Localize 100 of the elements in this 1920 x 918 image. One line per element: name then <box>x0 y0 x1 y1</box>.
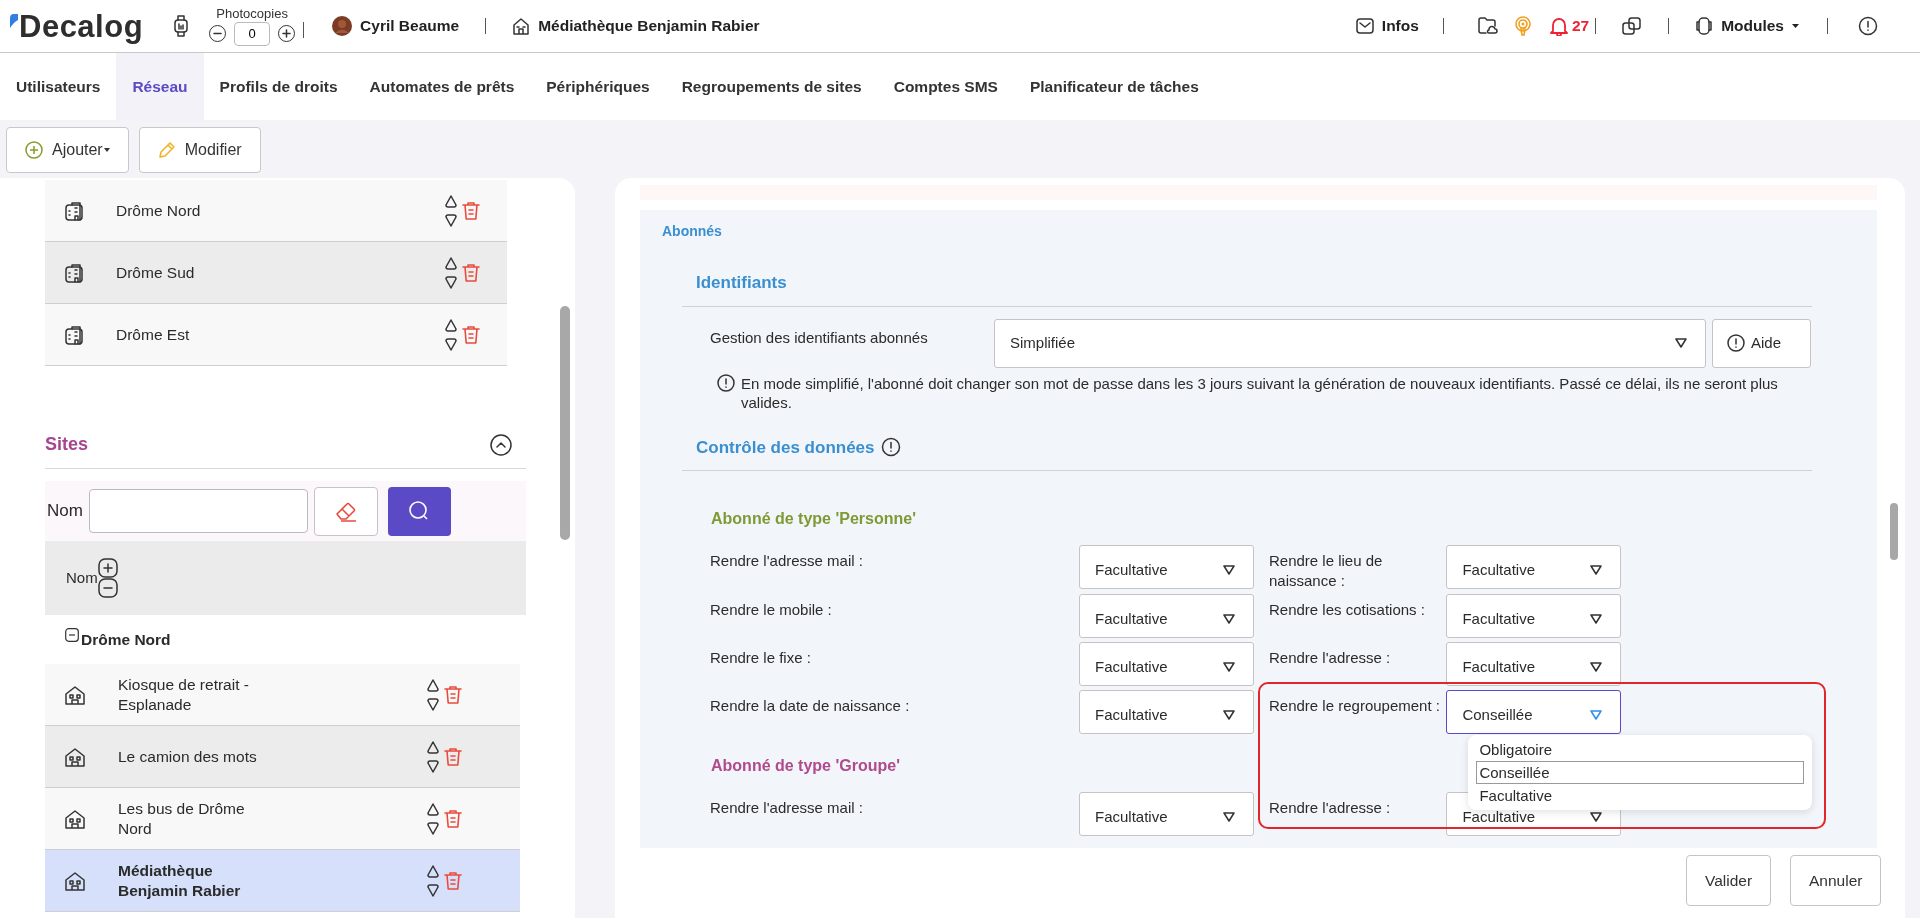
select-field[interactable]: Facultative <box>1446 642 1621 686</box>
info-icon <box>1727 334 1745 352</box>
reorder-icon[interactable] <box>444 193 458 228</box>
caret-icon <box>1792 24 1799 28</box>
field-label: Rendre le lieu de naissance : <box>1268 551 1384 590</box>
select-field[interactable]: Facultative <box>1079 545 1254 589</box>
site-name[interactable]: Médiathèque Benjamin Rabier <box>538 14 760 38</box>
caret-icon <box>1675 338 1687 348</box>
search-button[interactable] <box>387 486 451 536</box>
edit-button[interactable]: Modifier <box>138 127 261 173</box>
caret-icon <box>1590 614 1602 624</box>
decrement-button[interactable] <box>209 25 227 42</box>
site-name: Kiosque de retrait - Esplanade <box>117 675 250 714</box>
site-name: Le camion des mots <box>117 746 258 767</box>
house-icon <box>65 808 85 829</box>
mail-icon <box>1355 18 1374 34</box>
reorder-icon[interactable] <box>426 677 440 712</box>
info-icon <box>880 437 901 458</box>
select-field[interactable]: Facultative <box>1079 642 1254 686</box>
select-field[interactable]: Facultative <box>1079 594 1254 638</box>
field-label: Rendre l'adresse : <box>1268 648 1392 668</box>
module-icon <box>1695 17 1714 35</box>
select-field[interactable]: Simplifiée <box>994 318 1706 368</box>
reorder-icon[interactable] <box>426 863 440 898</box>
info-icon[interactable] <box>1858 16 1878 36</box>
scrollbar[interactable] <box>1890 503 1898 560</box>
list-row[interactable]: Kiosque de retrait - Esplanade <box>45 664 520 726</box>
scrollbar[interactable] <box>560 306 570 540</box>
trash-icon[interactable] <box>444 684 462 705</box>
caret-icon <box>1223 710 1235 720</box>
list-row[interactable]: Médiathèque Benjamin Rabier <box>45 850 520 912</box>
trash-icon[interactable] <box>444 808 462 829</box>
group-name: Drôme Sud <box>115 262 196 283</box>
caret-icon <box>1590 812 1602 822</box>
subsection-title: Contrôle des données <box>696 436 875 459</box>
list-row[interactable]: Drôme Est <box>45 304 507 366</box>
field-label: Rendre le mobile : <box>709 600 833 620</box>
collapse-icon[interactable] <box>490 433 512 456</box>
logo: Decalog <box>19 10 144 42</box>
site-name: Les bus de Drôme Nord <box>117 799 246 838</box>
list-row[interactable]: Le camion des mots <box>45 726 520 788</box>
reorder-icon[interactable] <box>426 739 440 774</box>
site-name: Médiathèque Benjamin Rabier <box>117 861 242 900</box>
list-row[interactable]: Drôme Sud <box>45 242 507 304</box>
info-icon <box>717 373 735 392</box>
photocopies-label: Photocopies <box>216 6 288 20</box>
group-name: Drôme Est <box>115 324 191 345</box>
field-label: Rendre la date de naissance : <box>709 696 911 716</box>
section-title: Abonnés <box>662 222 723 241</box>
copy-icon[interactable] <box>1622 16 1643 36</box>
trash-icon[interactable] <box>462 200 480 221</box>
list-row[interactable]: Drôme Nord <box>45 180 507 242</box>
submit-button[interactable]: Valider <box>1686 855 1772 906</box>
select-field[interactable]: Facultative <box>1079 690 1254 734</box>
select-field[interactable]: Facultative <box>1446 545 1621 589</box>
list-row[interactable]: Les bus de Drôme Nord <box>45 788 520 850</box>
building-icon <box>65 262 83 283</box>
field-label: Gestion des identifiants abonnés <box>709 327 929 348</box>
plus-icon <box>282 29 292 38</box>
reorder-icon[interactable] <box>444 317 458 352</box>
cancel-button[interactable]: Annuler <box>1790 855 1882 906</box>
trash-icon[interactable] <box>462 324 480 345</box>
notification-count: 27 <box>1571 16 1590 37</box>
field-label: Rendre l'adresse : <box>1268 798 1392 818</box>
reorder-icon[interactable] <box>444 255 458 290</box>
house-icon <box>65 746 85 767</box>
tab[interactable]: Réseau <box>116 53 204 120</box>
folder-cloud-icon[interactable] <box>1477 17 1498 35</box>
dropdown-option[interactable]: Conseillée <box>1476 761 1805 784</box>
group-name: Drôme Nord <box>115 200 202 221</box>
group-title: Abonné de type 'Personne' <box>710 509 916 529</box>
clear-button[interactable] <box>313 486 378 536</box>
section-title: Sites <box>45 433 89 456</box>
pencil-icon <box>157 141 176 159</box>
infos-link[interactable]: Infos <box>1355 14 1419 38</box>
house-icon <box>65 870 85 891</box>
building-icon <box>65 200 83 221</box>
user-name[interactable]: Cyril Beaume <box>360 14 460 38</box>
watch-icon <box>173 15 190 37</box>
eraser-icon <box>334 500 357 522</box>
dropdown-option[interactable]: Obligatoire <box>1476 738 1805 761</box>
logo-mark-icon <box>10 14 18 28</box>
notifications-indicator[interactable]: 27 <box>1549 14 1590 38</box>
add-button[interactable]: Ajouter <box>6 127 129 173</box>
select-field[interactable]: Facultative <box>1079 792 1254 836</box>
sort-icon[interactable] <box>97 558 118 598</box>
modules-menu[interactable]: Modules <box>1695 14 1799 38</box>
increment-button[interactable] <box>278 25 296 42</box>
field-label: Rendre le fixe : <box>709 648 812 668</box>
avatar <box>332 16 353 36</box>
collapse-icon[interactable] <box>65 627 79 642</box>
search-field[interactable] <box>88 489 308 533</box>
help-button[interactable]: Aide <box>1712 318 1811 368</box>
caret-icon <box>1223 565 1235 575</box>
select-field[interactable]: Facultative <box>1446 594 1621 638</box>
photocopies-field[interactable]: 0 <box>234 21 271 46</box>
building-icon <box>65 324 83 345</box>
reorder-icon[interactable] <box>426 801 440 836</box>
group-title: Abonné de type 'Groupe' <box>710 756 900 776</box>
caret-icon <box>1223 662 1235 672</box>
